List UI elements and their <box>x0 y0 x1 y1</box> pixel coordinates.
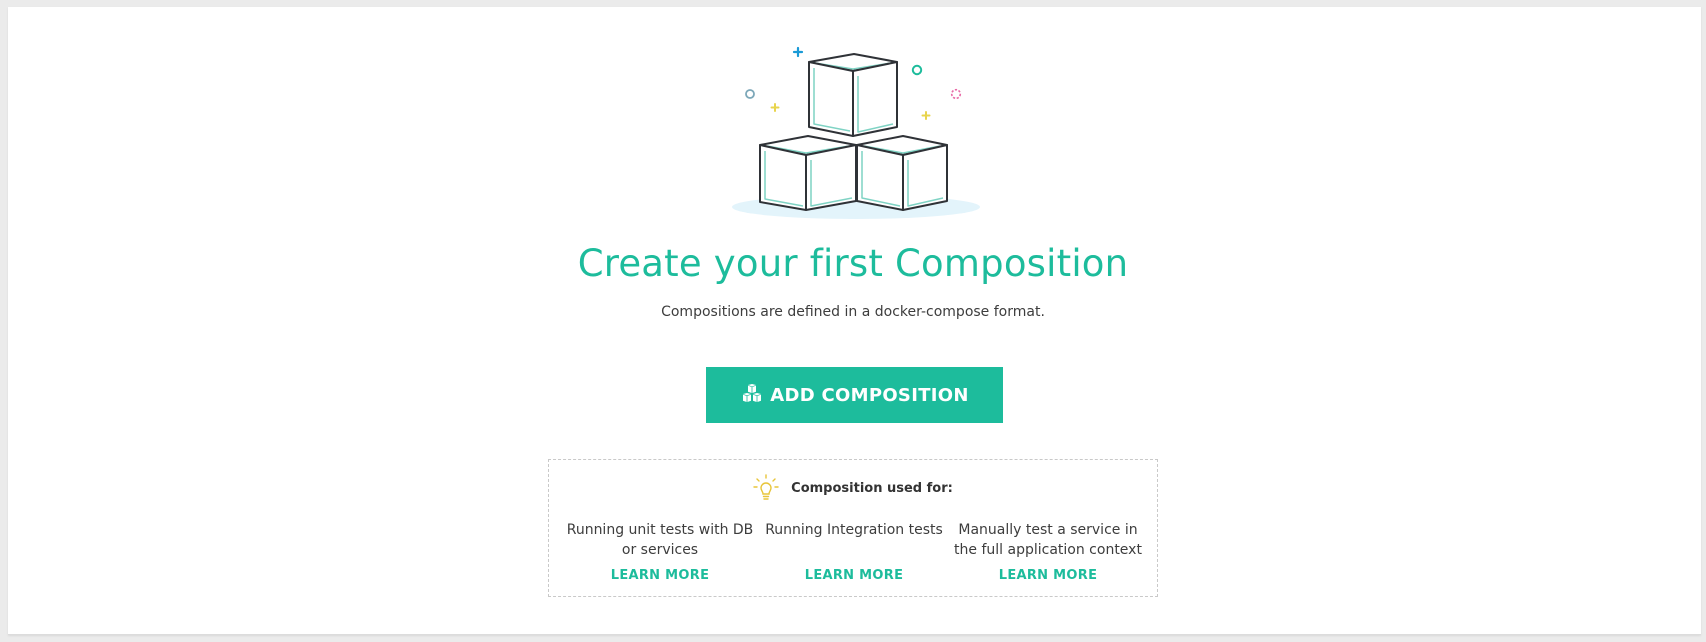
tip-item: Manually test a service in the full appl… <box>950 520 1146 584</box>
tips-title: Composition used for: <box>791 480 953 496</box>
tip-item: Running unit tests with DB or services L… <box>562 520 758 584</box>
learn-more-link[interactable]: LEARN MORE <box>805 568 904 583</box>
page-subtitle: Compositions are defined in a docker-com… <box>661 304 1045 320</box>
tips-header: Composition used for: <box>549 474 1157 502</box>
tip-text: Running Integration tests <box>765 522 943 538</box>
add-composition-button[interactable]: ADD COMPOSITION <box>706 367 1003 423</box>
lightbulb-icon <box>753 474 779 500</box>
stacked-cubes-illustration <box>732 46 980 219</box>
learn-more-link[interactable]: LEARN MORE <box>611 568 710 583</box>
tip-item: Running Integration tests LEARN MORE <box>756 520 952 584</box>
page-title: Create your first Composition <box>577 242 1129 285</box>
composition-uses-panel: Composition used for: Running unit tests… <box>548 459 1158 597</box>
learn-more-link[interactable]: LEARN MORE <box>999 568 1098 583</box>
add-composition-label: ADD COMPOSITION <box>770 384 969 406</box>
cubes-icon <box>743 384 762 402</box>
tip-text: Running unit tests with DB or services <box>566 522 754 558</box>
tip-text: Manually test a service in the full appl… <box>954 522 1142 558</box>
